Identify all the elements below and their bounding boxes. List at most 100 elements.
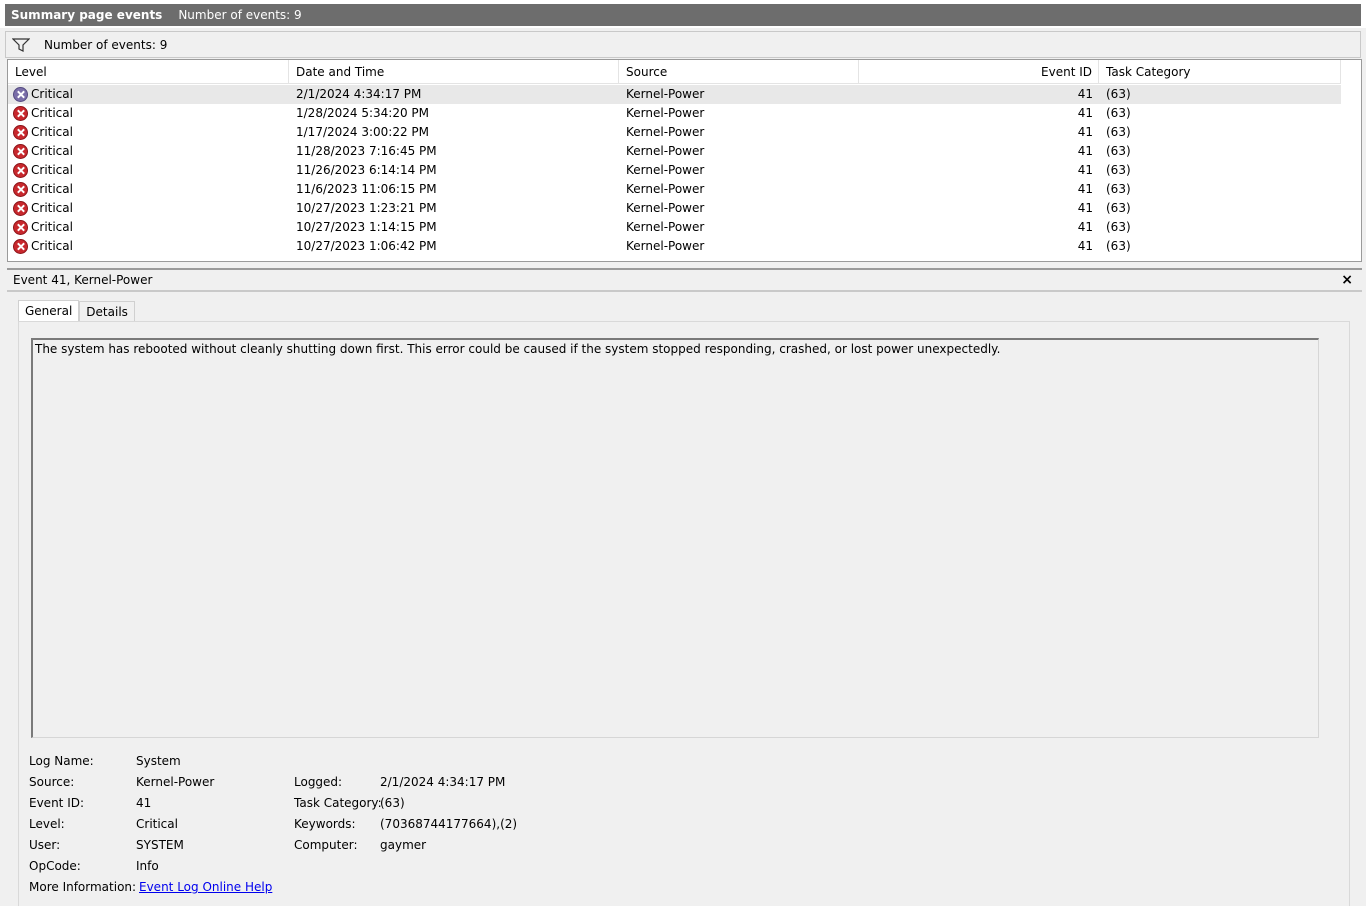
task-cell: (63) <box>1106 106 1131 120</box>
tab-details[interactable]: Details <box>79 301 135 322</box>
task-cell: (63) <box>1106 182 1131 196</box>
titlebar-strip: Summary page events Number of events: 9 <box>5 4 1361 26</box>
level-cell: Critical <box>8 180 289 199</box>
column-header-date[interactable]: Date and Time <box>289 60 619 84</box>
tab-general[interactable]: General <box>18 300 80 322</box>
level-text: Critical <box>31 125 73 139</box>
user-label: User: <box>29 838 61 852</box>
critical-icon <box>13 144 28 159</box>
source-cell: Kernel-Power <box>626 106 705 120</box>
source-cell: Kernel-Power <box>626 182 705 196</box>
source-value: Kernel-Power <box>136 775 215 789</box>
more-information-label: More Information: <box>29 880 137 894</box>
summary-count: Number of events: 9 <box>178 8 302 22</box>
level-cell: Critical <box>8 85 289 104</box>
critical-icon <box>13 182 28 197</box>
log-name-label: Log Name: <box>29 754 94 768</box>
column-header-level[interactable]: Level <box>8 60 289 84</box>
date-cell: 2/1/2024 4:34:17 PM <box>296 87 422 101</box>
critical-icon <box>13 220 28 235</box>
event-log-help-link[interactable]: Event Log Online Help <box>139 880 272 894</box>
table-row[interactable]: Critical 11/28/2023 7:16:45 PM Kernel-Po… <box>8 142 1341 161</box>
task-cell: (63) <box>1106 144 1131 158</box>
table-row[interactable]: Critical 10/27/2023 1:14:15 PM Kernel-Po… <box>8 218 1341 237</box>
task-cell: (63) <box>1106 201 1131 215</box>
level-text: Critical <box>31 220 73 234</box>
task-category-label: Task Category: <box>294 796 382 810</box>
date-cell: 1/28/2024 5:34:20 PM <box>296 106 430 120</box>
keywords-value: (70368744177664),(2) <box>380 817 518 831</box>
task-cell: (63) <box>1106 239 1131 253</box>
computer-value: gaymer <box>380 838 427 852</box>
logged-label: Logged: <box>294 775 343 789</box>
date-cell: 10/27/2023 1:06:42 PM <box>296 239 437 253</box>
level-cell: Critical <box>8 142 289 161</box>
level-cell: Critical <box>8 199 289 218</box>
table-row[interactable]: Critical 1/28/2024 5:34:20 PM Kernel-Pow… <box>8 104 1341 123</box>
logged-value: 2/1/2024 4:34:17 PM <box>380 775 506 789</box>
source-cell: Kernel-Power <box>626 239 705 253</box>
critical-icon <box>13 106 28 121</box>
source-cell: Kernel-Power <box>626 220 705 234</box>
table-header: Level Date and Time Source Event ID Task… <box>8 60 1341 84</box>
filter-count: Number of events: 9 <box>44 37 168 52</box>
task-cell: (63) <box>1106 220 1131 234</box>
close-icon[interactable]: × <box>1341 272 1353 288</box>
opcode-value: Info <box>136 859 159 873</box>
summary-title: Summary page events <box>11 8 163 22</box>
task-category-value: (63) <box>380 796 405 810</box>
log-name-value: System <box>136 754 181 768</box>
date-cell: 1/17/2024 3:00:22 PM <box>296 125 430 139</box>
user-value: SYSTEM <box>136 838 184 852</box>
events-table: Level Date and Time Source Event ID Task… <box>7 59 1362 262</box>
event-id-cell: 41 <box>1077 239 1093 253</box>
filter-icon[interactable] <box>12 37 30 53</box>
table-row[interactable]: Critical 1/17/2024 3:00:22 PM Kernel-Pow… <box>8 123 1341 142</box>
table-row[interactable]: Critical 10/27/2023 1:06:42 PM Kernel-Po… <box>8 237 1341 256</box>
level-text: Critical <box>31 239 73 253</box>
table-row[interactable]: Critical 10/27/2023 1:23:21 PM Kernel-Po… <box>8 199 1341 218</box>
table-body: Critical 2/1/2024 4:34:17 PM Kernel-Powe… <box>8 85 1341 256</box>
column-header-event-id[interactable]: Event ID <box>859 60 1099 84</box>
level-label: Level: <box>29 817 65 831</box>
event-id-cell: 41 <box>1077 163 1093 177</box>
source-cell: Kernel-Power <box>626 163 705 177</box>
table-row[interactable]: Critical 11/6/2023 11:06:15 PM Kernel-Po… <box>8 180 1341 199</box>
source-cell: Kernel-Power <box>626 144 705 158</box>
event-id-cell: 41 <box>1077 201 1093 215</box>
event-id-cell: 41 <box>1077 220 1093 234</box>
event-id-cell: 41 <box>1077 87 1093 101</box>
level-cell: Critical <box>8 218 289 237</box>
table-row[interactable]: Critical 11/26/2023 6:14:14 PM Kernel-Po… <box>8 161 1341 180</box>
level-text: Critical <box>31 182 73 196</box>
source-cell: Kernel-Power <box>626 201 705 215</box>
event-detail-header: Event 41, Kernel-Power × <box>7 268 1362 292</box>
computer-label: Computer: <box>294 838 358 852</box>
critical-icon <box>13 239 28 254</box>
level-value: Critical <box>136 817 178 831</box>
keywords-label: Keywords: <box>294 817 356 831</box>
level-cell: Critical <box>8 104 289 123</box>
event-id-cell: 41 <box>1077 144 1093 158</box>
level-text: Critical <box>31 144 73 158</box>
level-cell: Critical <box>8 161 289 180</box>
level-text: Critical <box>31 163 73 177</box>
level-cell: Critical <box>8 237 289 256</box>
critical-icon <box>13 201 28 216</box>
date-cell: 10/27/2023 1:14:15 PM <box>296 220 437 234</box>
task-cell: (63) <box>1106 163 1131 177</box>
source-cell: Kernel-Power <box>626 87 705 101</box>
level-text: Critical <box>31 201 73 215</box>
table-row[interactable]: Critical 2/1/2024 4:34:17 PM Kernel-Powe… <box>8 85 1341 104</box>
level-cell: Critical <box>8 123 289 142</box>
critical-icon <box>13 163 28 178</box>
critical-icon <box>13 87 28 102</box>
event-id-cell: 41 <box>1077 182 1093 196</box>
level-text: Critical <box>31 87 73 101</box>
event-id-cell: 41 <box>1077 125 1093 139</box>
column-header-source[interactable]: Source <box>619 60 859 84</box>
date-cell: 11/28/2023 7:16:45 PM <box>296 144 437 158</box>
event-description[interactable]: The system has rebooted without cleanly … <box>31 338 1319 738</box>
event-id-label: Event ID: <box>29 796 85 810</box>
column-header-task-category[interactable]: Task Category <box>1099 60 1341 84</box>
